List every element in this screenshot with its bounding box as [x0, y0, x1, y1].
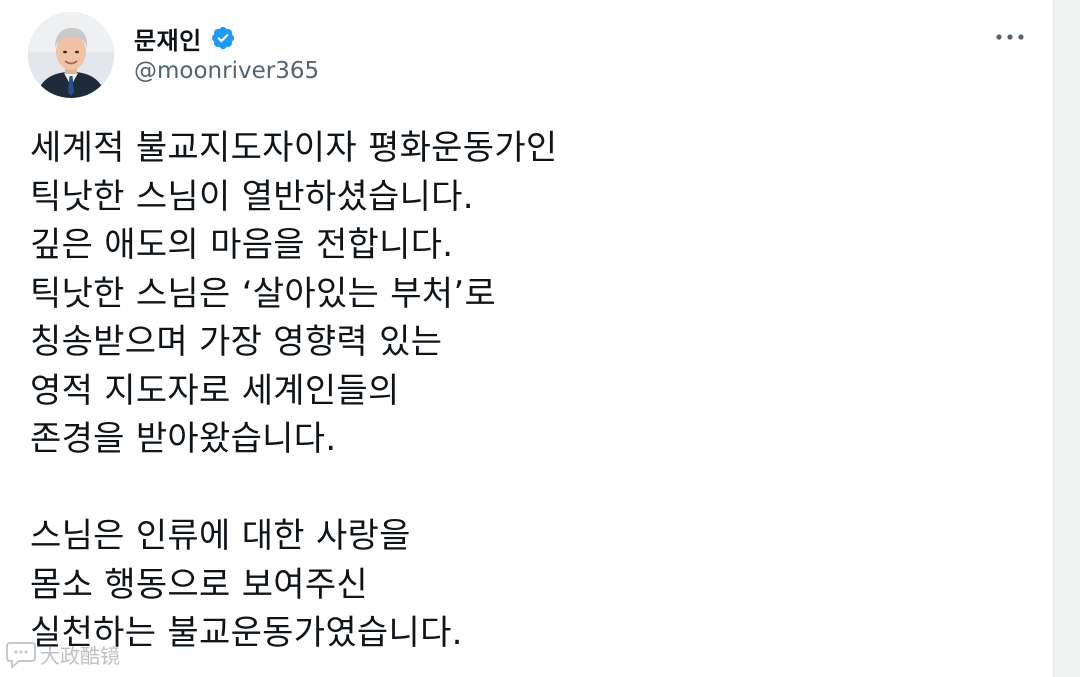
tweet-text-line: 존경을 받아왔습니다.	[30, 419, 337, 459]
watermark: 大政酷镜	[4, 639, 120, 669]
tweet-text-line: 몸소 행동으로 보여주신	[30, 564, 369, 605]
more-options-button[interactable]	[990, 22, 1030, 52]
paragraph-break	[30, 464, 1030, 513]
page-edge	[1053, 0, 1080, 677]
author-handle[interactable]: @moonriver365	[134, 58, 319, 84]
tweet-card: 문재인 @moonriver365 세계적 불교지도자이자 평화운동가인 틱낫한…	[0, 0, 1080, 677]
speech-bubble-logo-icon	[6, 642, 36, 669]
tweet-text-line: 영적 지도자로 세계인들의	[30, 370, 400, 411]
tweet-text-line: 틱낫한 스님이 열반하셨습니다.	[30, 176, 474, 217]
verified-badge-icon	[210, 25, 236, 51]
tweet-text-line: 세계적 불교지도자이자 평화운동가인	[30, 128, 558, 168]
more-horizontal-icon	[996, 34, 1024, 40]
avatar-portrait	[28, 12, 114, 98]
author-name-row: 문재인	[134, 20, 236, 56]
tweet-text-line: 깊은 애도의 마음을 전합니다.	[30, 225, 454, 265]
tweet-text-line: 실천하는 불교운동가였습니다.	[30, 613, 463, 653]
avatar[interactable]	[28, 12, 114, 98]
author-display-name[interactable]: 문재인	[134, 21, 202, 56]
tweet-text: 세계적 불교지도자이자 평화운동가인 틱낫한 스님이 열반하셨습니다. 깊은 애…	[30, 124, 1030, 658]
tweet-text-line: 틱낫한 스님은 ‘살아있는 부처’로	[30, 273, 497, 314]
tweet-text-line: 칭송받으며 가장 영향력 있는	[30, 322, 443, 362]
tweet-text-line: 스님은 인류에 대한 사랑을	[30, 516, 411, 556]
watermark-text: 大政酷镜	[40, 643, 120, 668]
